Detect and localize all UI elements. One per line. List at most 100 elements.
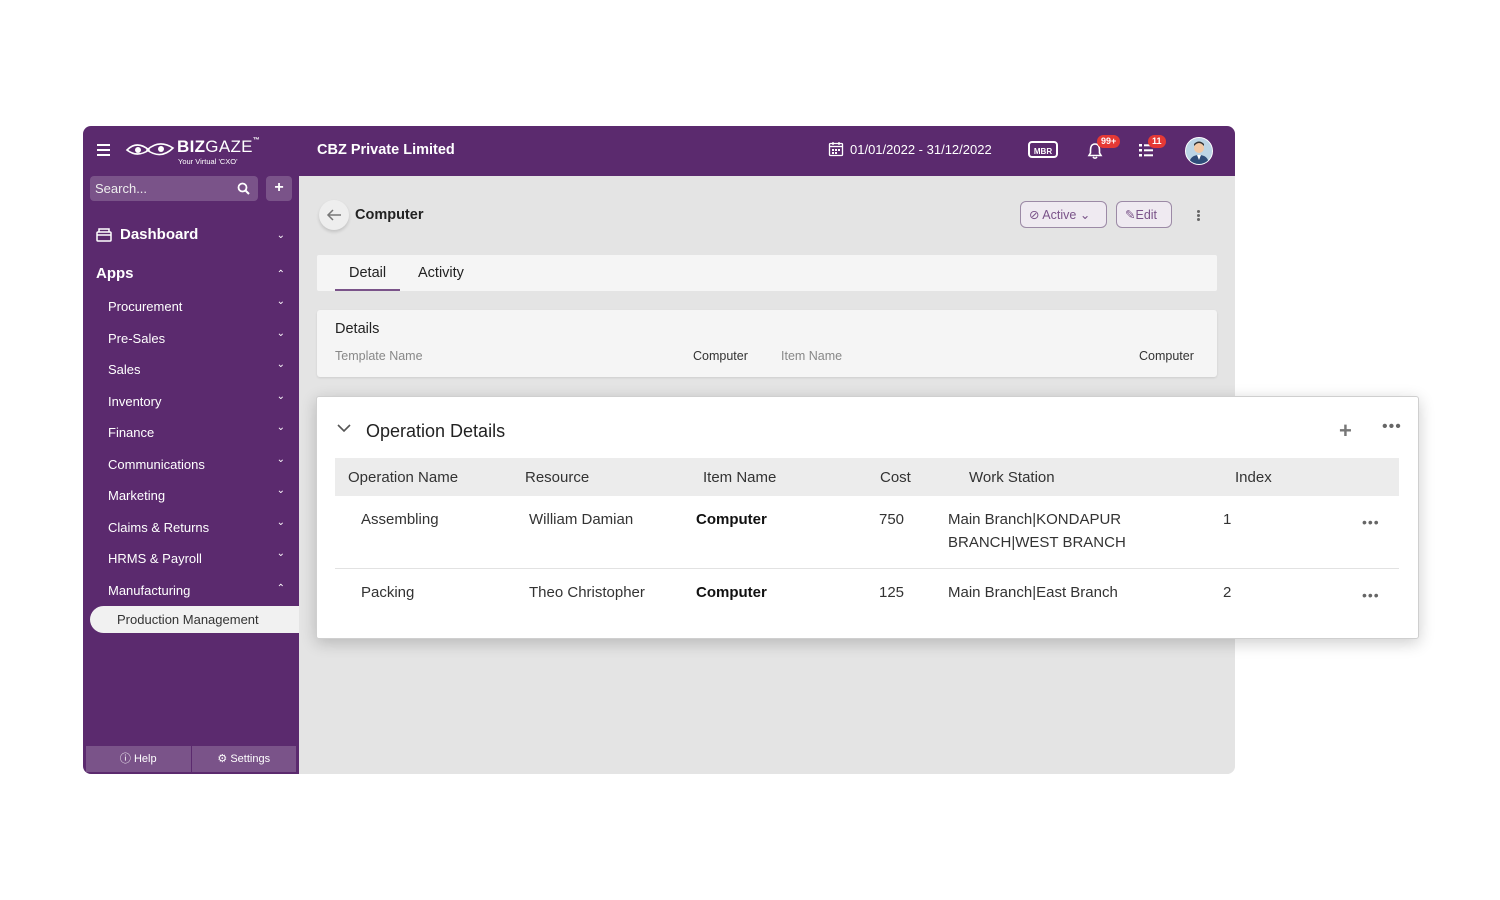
column-header[interactable]: Operation Name: [348, 469, 458, 486]
sidebar-item-inventory[interactable]: Inventory: [108, 394, 161, 409]
search-icon: [237, 182, 250, 195]
column-header[interactable]: Cost: [880, 469, 911, 486]
work-station-line: BRANCH|WEST BRANCH: [948, 534, 1126, 551]
tasks-button[interactable]: 11: [1138, 135, 1166, 163]
mbr-button[interactable]: MBR: [1028, 141, 1058, 158]
column-header[interactable]: Index: [1235, 469, 1272, 486]
more-horizontal-icon[interactable]: •••: [1382, 418, 1402, 436]
pencil-icon: ✎: [1125, 208, 1136, 222]
sidebar-item-pre-sales[interactable]: Pre-Sales: [108, 331, 165, 346]
item-name-label: Item Name: [781, 349, 843, 363]
settings-button[interactable]: ⚙ Settings: [191, 746, 296, 772]
chevron-down-icon: ⌄: [276, 230, 285, 241]
index: 1: [1223, 511, 1232, 528]
check-circle-icon: ⊘: [1029, 208, 1040, 222]
cost: 750: [879, 511, 905, 528]
sidebar-item-claims-returns[interactable]: Claims & Returns: [108, 520, 209, 535]
record-title: Computer: [355, 207, 424, 223]
index: 2: [1223, 584, 1232, 601]
add-button[interactable]: +: [266, 176, 292, 201]
company-name[interactable]: CBZ Private Limited: [317, 142, 455, 158]
operation-details-card: Operation Details + ••• Operation Name R…: [316, 396, 1419, 639]
search-input[interactable]: Search...: [90, 176, 258, 201]
work-station-line: Main Branch|East Branch: [948, 584, 1118, 601]
chevron-down-icon: ⌄: [276, 422, 285, 433]
sidebar-item-finance[interactable]: Finance: [108, 425, 154, 440]
help-button[interactable]: ⓘ Help: [86, 746, 192, 772]
work-station-line: Main Branch|KONDAPUR: [948, 511, 1122, 528]
sidebar-item-communications[interactable]: Communications: [108, 457, 205, 472]
logo-mark-icon: [125, 143, 175, 156]
search-placeholder: Search...: [95, 181, 148, 196]
table-row[interactable]: Packing Theo Christopher Computer 125 Ma…: [335, 569, 1399, 635]
item-name-value: Computer: [1139, 349, 1194, 363]
sidebar-item-procurement[interactable]: Procurement: [108, 299, 182, 314]
help-icon: ⓘ: [119, 753, 131, 765]
notifications-button[interactable]: 99+: [1087, 135, 1121, 165]
chevron-down-icon: ⌄: [276, 359, 285, 370]
calendar-icon: [828, 142, 844, 157]
user-avatar[interactable]: [1185, 137, 1213, 165]
sidebar-item-marketing[interactable]: Marketing: [108, 488, 165, 503]
chevron-down-icon[interactable]: [337, 423, 351, 433]
tasks-badge: 11: [1148, 135, 1166, 148]
column-header[interactable]: Work Station: [969, 469, 1055, 486]
details-panel: Details Template Name Computer Item Name…: [317, 310, 1217, 377]
settings-label: Settings: [230, 753, 271, 765]
work-station: Main Branch|KONDAPUR BRANCH|WEST BRANCH: [948, 508, 1126, 554]
details-heading: Details: [335, 321, 380, 337]
edit-label: Edit: [1135, 208, 1158, 222]
row-more-icon[interactable]: •••: [1362, 514, 1380, 530]
table-row[interactable]: Assembling William Damian Computer 750 M…: [335, 496, 1399, 569]
user-icon: [1186, 138, 1212, 164]
operation-details-title: Operation Details: [366, 421, 506, 441]
bizgaze-logo[interactable]: BIZGAZE™ Your Virtual 'CXO': [125, 136, 265, 168]
chevron-up-icon: ⌃: [276, 269, 285, 280]
sidebar-item-sales[interactable]: Sales: [108, 362, 141, 377]
sidebar-apps-label: Apps: [96, 265, 134, 282]
more-vertical-icon[interactable]: [1197, 210, 1200, 213]
chevron-down-icon: ⌄: [276, 296, 285, 307]
edit-button[interactable]: ✎Edit: [1116, 201, 1172, 228]
date-range-picker[interactable]: 01/01/2022 - 31/12/2022: [828, 141, 992, 157]
chevron-down-icon: ⌄: [276, 548, 285, 559]
column-header[interactable]: Resource: [525, 469, 589, 486]
dashboard-icon: [96, 227, 112, 242]
row-more-icon[interactable]: •••: [1362, 587, 1380, 603]
status-dropdown[interactable]: ⊘ Active ⌄: [1020, 201, 1107, 228]
sidebar-footer: ⓘ Help ⚙ Settings: [86, 746, 296, 772]
tab-activity[interactable]: Activity: [418, 265, 464, 281]
chevron-down-icon: ⌄: [276, 485, 285, 496]
resource: William Damian: [529, 511, 634, 528]
tab-bar: Detail Activity: [317, 255, 1217, 291]
menu-icon[interactable]: [97, 144, 110, 146]
chevron-down-icon: ⌄: [276, 454, 285, 465]
sidebar-dashboard-label: Dashboard: [120, 226, 199, 243]
cost: 125: [879, 584, 905, 601]
sidebar-item-hrms-payroll[interactable]: HRMS & Payroll: [108, 551, 202, 566]
chevron-down-icon: ⌄: [276, 391, 285, 402]
sidebar-item-apps[interactable]: Apps: [96, 265, 134, 282]
item-name: Computer: [696, 584, 767, 601]
sidebar-item-dashboard[interactable]: Dashboard: [96, 226, 286, 243]
chevron-down-icon: ⌄: [1079, 208, 1091, 222]
operation-name: Assembling: [361, 511, 439, 528]
back-button[interactable]: [319, 200, 349, 230]
help-label: Help: [133, 753, 157, 765]
add-operation-icon[interactable]: +: [1339, 420, 1352, 442]
logo-text: BIZGAZE™: [177, 137, 261, 156]
tab-detail[interactable]: Detail: [335, 265, 401, 291]
status-label: Active: [1042, 208, 1077, 222]
top-bar: BIZGAZE™ Your Virtual 'CXO' CBZ Private …: [83, 126, 1235, 176]
gear-icon: ⚙: [217, 753, 228, 765]
date-range-text: 01/01/2022 - 31/12/2022: [850, 141, 992, 157]
chevron-up-icon: ⌃: [276, 583, 285, 594]
sidebar-item-production-management[interactable]: Production Management: [90, 606, 299, 633]
notifications-badge: 99+: [1097, 135, 1121, 148]
arrow-left-icon: [326, 209, 341, 221]
table-header: Operation Name Resource Item Name Cost W…: [335, 458, 1399, 496]
chevron-down-icon: ⌄: [276, 517, 285, 528]
sidebar-item-manufacturing[interactable]: Manufacturing: [108, 583, 190, 598]
chevron-down-icon: ⌄: [276, 328, 285, 339]
column-header[interactable]: Item Name: [703, 469, 776, 486]
